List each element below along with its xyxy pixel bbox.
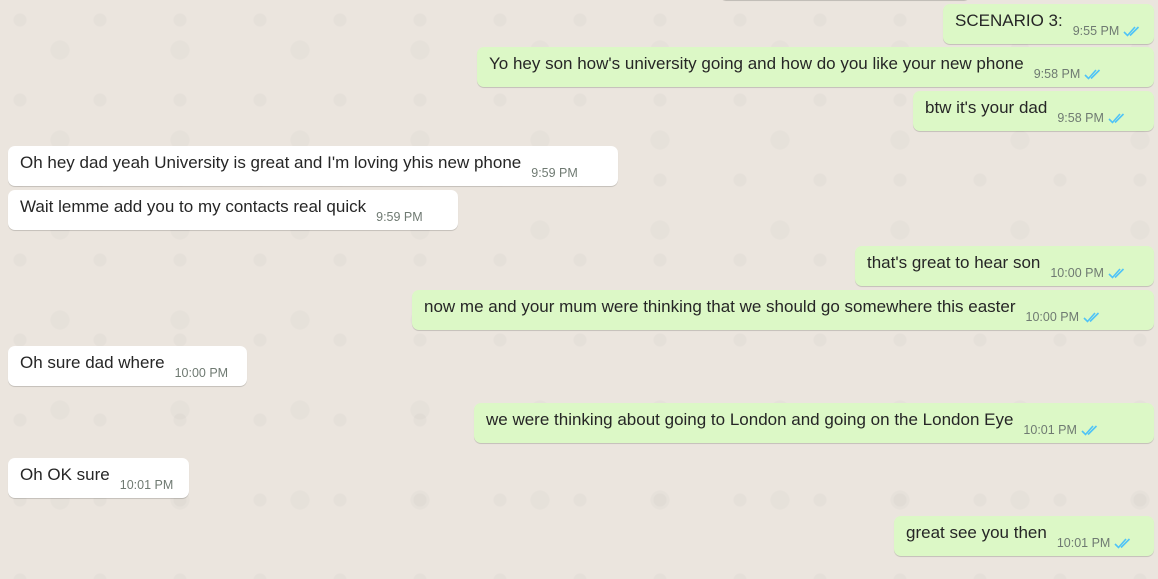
message-incoming[interactable]: Oh hey dad yeah University is great and … xyxy=(8,146,618,186)
double-check-icon xyxy=(1123,26,1140,37)
message-meta: 10:00 PM xyxy=(1026,310,1112,324)
message-text: Oh OK sure xyxy=(20,465,110,484)
message-text: Oh hey dad yeah University is great and … xyxy=(20,153,522,172)
message-text: Yo hey son how's university going and ho… xyxy=(489,54,1024,73)
message-outgoing[interactable]: Yo hey son how's university going and ho… xyxy=(477,47,1154,87)
message-meta: 10:00 PM xyxy=(175,366,239,380)
message-time: 9:58 PM xyxy=(1057,111,1104,125)
message-text: btw it's your dad xyxy=(925,98,1048,117)
message-meta: 9:58 PM xyxy=(1034,67,1113,81)
message-time: 10:00 PM xyxy=(1025,310,1080,324)
message-meta: 10:01 PM xyxy=(1023,423,1109,437)
message-incoming[interactable]: Wait lemme add you to my contacts real q… xyxy=(8,190,458,230)
message-outgoing[interactable]: SCENARIO 3: 9:55 PM xyxy=(943,4,1154,44)
message-text: Oh sure dad where xyxy=(20,353,165,372)
message-time: 10:01 PM xyxy=(1023,423,1077,437)
message-meta: 10:01 PM xyxy=(120,478,184,492)
message-text: great see you then xyxy=(906,523,1047,542)
message-text: SCENARIO 3: xyxy=(955,11,1063,30)
double-check-icon xyxy=(1114,538,1131,549)
message-meta: 9:55 PM xyxy=(1073,24,1152,38)
double-check-icon xyxy=(1108,268,1124,279)
message-time: 9:59 PM xyxy=(531,166,578,180)
message-meta: 9:59 PM xyxy=(376,210,433,224)
message-text: we were thinking about going to London a… xyxy=(486,410,1014,429)
message-meta: 9:59 PM xyxy=(531,166,588,180)
message-incoming[interactable]: Oh OK sure 10:01 PM xyxy=(8,458,189,498)
message-meta: 10:00 PM xyxy=(1050,266,1136,280)
message-outgoing[interactable]: btw it's your dad 9:58 PM xyxy=(913,91,1154,131)
message-time: 9:55 PM xyxy=(1072,24,1120,38)
message-outgoing[interactable]: that's great to hear son 10:00 PM xyxy=(855,246,1154,286)
message-text: that's great to hear son xyxy=(867,253,1041,272)
double-check-icon xyxy=(1081,425,1098,436)
message-time: 9:58 PM xyxy=(1033,67,1081,81)
message-time: 10:01 PM xyxy=(1056,536,1111,550)
double-check-icon xyxy=(1083,312,1100,323)
message-time: 10:00 PM xyxy=(174,366,229,380)
message-text: now me and your mum were thinking that w… xyxy=(424,297,1016,316)
message-time: 10:00 PM xyxy=(1050,266,1104,280)
message-time: 10:01 PM xyxy=(119,478,174,492)
double-check-icon xyxy=(1084,69,1101,80)
message-incoming[interactable]: Oh sure dad where 10:00 PM xyxy=(8,346,247,386)
message-outgoing[interactable]: great see you then 10:01 PM xyxy=(894,516,1154,556)
message-time: 9:59 PM xyxy=(376,210,423,224)
message-meta: 9:58 PM xyxy=(1057,111,1136,125)
message-outgoing[interactable]: we were thinking about going to London a… xyxy=(474,403,1154,443)
message-meta: 10:01 PM xyxy=(1057,536,1143,550)
double-check-icon xyxy=(1108,113,1124,124)
message-outgoing[interactable]: now me and your mum were thinking that w… xyxy=(412,290,1154,330)
message-text: Wait lemme add you to my contacts real q… xyxy=(20,197,367,216)
